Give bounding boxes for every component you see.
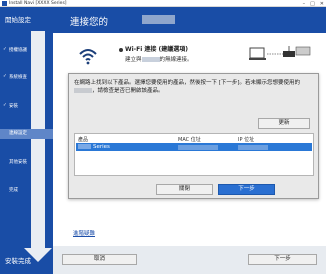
redacted-text — [78, 144, 91, 149]
sidebar-step-connection: 連線設定 — [0, 129, 53, 139]
sidebar-step-license: ✓ 授權協議 — [3, 47, 27, 53]
progress-track — [31, 31, 45, 253]
close-button[interactable]: 關閉 — [156, 184, 213, 195]
sidebar-step-label: 授權協議 — [9, 48, 27, 53]
window-controls: – □ ✕ — [303, 0, 324, 7]
redacted-text — [141, 57, 160, 62]
dialog-message-text-2: ，請檢查是否已開啟該產品。 — [92, 88, 164, 94]
sidebar-step-label: 系統檢查 — [9, 75, 27, 80]
close-window-button[interactable]: ✕ — [320, 1, 324, 7]
help-link[interactable]: 進階疑難 — [73, 229, 95, 237]
next-button[interactable]: 下一步 — [248, 254, 317, 265]
sidebar-step-other-install: 其他安裝 — [9, 159, 27, 165]
refresh-button[interactable]: 更新 — [258, 118, 310, 129]
wifi-desc-text-2: 的無線連接。 — [159, 57, 193, 63]
cancel-button[interactable]: 取消 — [62, 254, 137, 265]
sidebar-step-label: 安裝 — [9, 104, 18, 109]
page-header: 連接您的 — [53, 7, 326, 33]
redacted-product-name — [142, 15, 175, 24]
sidebar: 開始設定 ✓ 授權協議 ✓ 系統檢查 ✓ 安裝 連線設定 其他安裝 完成 安裝完… — [0, 7, 53, 274]
product-name-cell: Series — [78, 143, 110, 151]
wifi-desc-text-1: 建立與 — [125, 57, 142, 63]
wifi-connection-option[interactable]: Wi-Fi 連接 (建議選項) — [119, 44, 188, 53]
check-icon: ✓ — [3, 74, 7, 79]
window-title: Install Navi [XXXX Series] — [9, 1, 67, 6]
mac-address-cell — [178, 144, 218, 150]
check-icon: ✓ — [3, 103, 7, 108]
radio-selected-icon[interactable] — [119, 47, 123, 52]
sidebar-title: 開始設定 — [5, 16, 31, 24]
redacted-text — [74, 88, 92, 93]
sidebar-footer: 安裝完成 — [5, 257, 31, 265]
column-header-ip: IP 位址 — [238, 137, 255, 143]
check-icon: ✓ — [3, 47, 7, 52]
sidebar-step-label: 其他安裝 — [9, 160, 27, 165]
sidebar-step-install: ✓ 安裝 — [3, 103, 18, 109]
app-icon — [2, 1, 7, 6]
minimize-button[interactable]: – — [303, 1, 306, 7]
sidebar-step-system-check: ✓ 系統檢查 — [3, 74, 27, 80]
computer-router-printer-icon — [249, 46, 311, 60]
sidebar-step-finish: 完成 — [9, 187, 18, 193]
column-header-product: 產品 — [78, 137, 89, 143]
table-row[interactable]: Series — [76, 143, 312, 151]
wifi-option-label: Wi-Fi 連接 (建議選項) — [125, 46, 188, 53]
dialog-message-text-1: 在網路上找到以下產品。選擇您要使用的產品，然後按一下 [下一步]。若未顯示您想要… — [74, 80, 301, 86]
sidebar-step-label: 完成 — [9, 188, 18, 193]
dialog-next-button[interactable]: 下一步 — [218, 184, 275, 195]
wifi-icon — [79, 49, 97, 65]
window-titlebar: Install Navi [XXXX Series] – □ ✕ — [0, 0, 326, 7]
printer-table: 產品 MAC 位址 IP 位址 Series — [74, 133, 314, 176]
ip-address-cell — [238, 144, 268, 150]
page-footer: 取消 下一步 — [53, 246, 326, 274]
column-header-mac: MAC 位址 — [178, 137, 201, 143]
wifi-option-description: 建立與 的無線連接。 — [125, 55, 193, 63]
sidebar-step-label: 連線設定 — [9, 131, 27, 136]
printer-select-dialog: 在網路上找到以下產品。選擇您要使用的產品，然後按一下 [下一步]。若未顯示您想要… — [68, 73, 319, 199]
page-title: 連接您的 — [70, 17, 109, 28]
maximize-button[interactable]: □ — [310, 1, 315, 7]
product-series-label: Series — [93, 144, 110, 150]
dialog-message: 在網路上找到以下產品。選擇您要使用的產品，然後按一下 [下一步]。若未顯示您想要… — [74, 79, 314, 95]
